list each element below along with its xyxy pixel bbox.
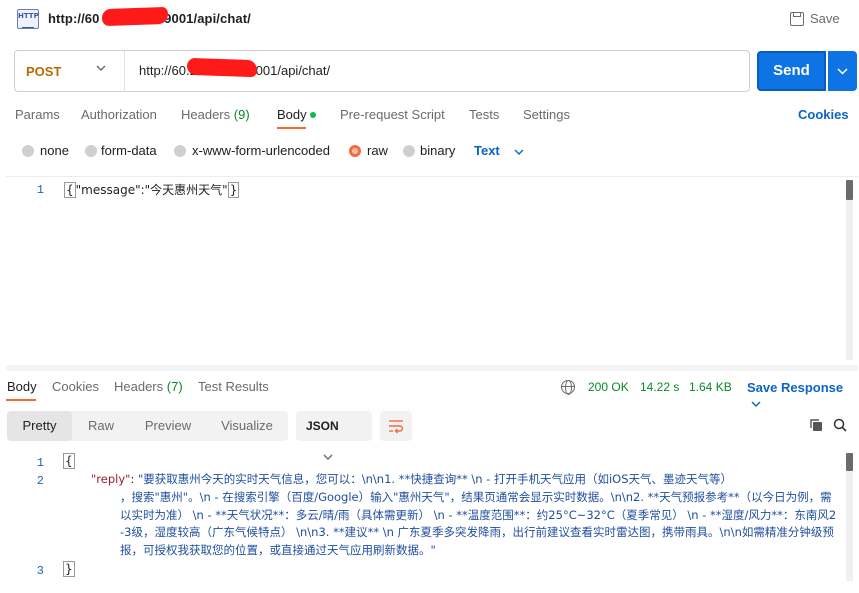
wrap-icon [389,420,404,434]
response-tab-headers[interactable]: Headers (7) [114,379,183,394]
scrollbar-track[interactable] [846,471,853,581]
radio-none[interactable] [22,145,34,157]
chevron-down-icon[interactable] [96,63,106,73]
response-tab-body[interactable]: Body [7,379,37,394]
radio-urlencoded[interactable] [174,145,186,157]
response-time[interactable]: 14.22 s [640,380,679,394]
scrollbar-track[interactable] [846,200,853,360]
body-indicator-dot [310,112,316,118]
save-button[interactable]: Save [790,11,840,26]
tab-params[interactable]: Params [15,107,60,122]
scrollbar-thumb[interactable] [846,453,853,471]
line-number: 3 [36,564,44,578]
method-select[interactable]: POST [26,64,61,79]
scrollbar-thumb[interactable] [846,180,853,200]
tab-authorization[interactable]: Authorization [81,107,157,122]
radio-form-data[interactable] [85,145,97,157]
line-number: 1 [36,456,44,470]
redaction-mark [186,57,258,78]
response-tab-test-results[interactable]: Test Results [198,379,269,394]
editor-border [6,176,858,177]
json-value-continuation: ，搜索"惠州"。\n - 在搜索引擎（百度/Google）输入"惠州天气"，结果… [120,490,837,557]
copy-icon[interactable] [809,418,823,432]
active-tab-underline [6,399,36,401]
radio-label: form-data [101,143,157,158]
save-response-button[interactable]: Save Response [747,380,859,410]
json-value-line1: "要获取惠州今天的实时天气信息，您可以：\n\n1. **快捷查询** \n -… [137,472,733,486]
view-visualize[interactable]: Visualize [208,411,286,441]
view-preview[interactable]: Preview [134,411,202,441]
active-tab-underline [277,127,306,129]
radio-raw[interactable] [349,145,361,157]
response-size[interactable]: 1.64 KB [689,380,732,394]
pane-resizer[interactable] [6,365,858,371]
divider [124,51,125,91]
send-button[interactable]: Send [757,51,826,91]
tab-settings[interactable]: Settings [523,107,570,122]
chevron-down-icon [323,454,333,460]
search-icon[interactable] [833,418,847,432]
json-colon: : [130,472,138,486]
line-number: 2 [36,474,44,488]
response-tab-cookies[interactable]: Cookies [52,379,99,394]
save-label: Save [810,11,840,26]
send-options-button[interactable] [828,51,857,91]
globe-icon[interactable] [561,380,575,395]
radio-label: x-www-form-urlencoded [192,143,330,158]
status-code[interactable]: 200 OK [588,380,629,394]
tab-body[interactable]: Body [277,107,307,122]
json-close-brace: } [63,561,75,577]
radio-binary[interactable] [403,145,415,157]
view-raw[interactable]: Raw [74,411,128,441]
wrap-lines-button[interactable] [380,411,412,441]
cookies-link[interactable]: Cookies [798,107,849,122]
radio-label: raw [367,143,388,158]
http-request-icon: HTTP [17,9,39,29]
tab-tests[interactable]: Tests [469,107,499,122]
save-icon [790,11,804,26]
radio-label: binary [420,143,456,158]
json-open-brace: { [63,453,75,469]
tab-headers[interactable]: Headers (9) [181,107,250,122]
radio-label: none [40,143,69,158]
json-key: "reply" [91,472,131,486]
format-select[interactable]: JSON [296,411,372,460]
chevron-down-icon [514,149,524,155]
tab-pre-request-script[interactable]: Pre-request Script [340,107,445,122]
request-body-editor[interactable]: {"message":"今天惠州天气"} [64,181,240,198]
view-pretty[interactable]: Pretty [7,411,72,441]
redaction-mark [101,6,169,27]
response-body-editor[interactable]: "reply": "要获取惠州今天的实时天气信息，您可以：\n\n1. **快捷… [91,471,836,489]
chevron-down-icon [837,68,848,75]
body-format-select[interactable]: Text [474,143,525,158]
line-number: 1 [36,183,44,197]
chevron-down-icon [751,401,761,407]
